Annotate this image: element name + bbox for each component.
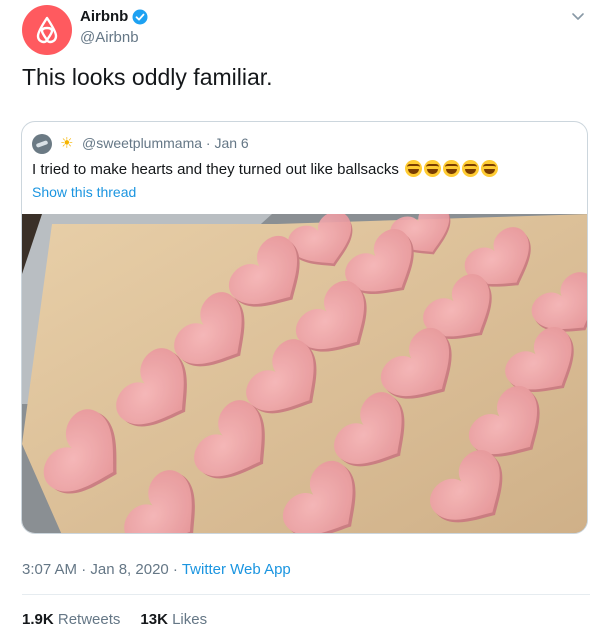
laughing-emoji-icon	[405, 160, 423, 177]
likes-stat[interactable]: 13K Likes	[140, 611, 207, 628]
source-app-link[interactable]: Twitter Web App	[182, 561, 291, 578]
quoted-tweet[interactable]: ☀ @sweetplummama · Jan 6 I tried to make…	[21, 121, 588, 534]
tweet-timestamp: 3:07 AM · Jan 8, 2020 · Twitter Web App	[22, 561, 291, 578]
time-date[interactable]: 3:07 AM · Jan 8, 2020 ·	[22, 561, 182, 578]
likes-label: Likes	[172, 611, 208, 628]
airbnb-avatar[interactable]	[22, 5, 72, 55]
author-name[interactable]: Airbnb	[80, 8, 128, 25]
chevron-down-icon[interactable]	[570, 8, 586, 24]
airbnb-logo-icon	[36, 16, 58, 44]
divider	[22, 594, 590, 595]
tweet-text: This looks oddly familiar.	[22, 64, 273, 90]
laughing-emoji-icon	[424, 160, 442, 177]
show-thread-link[interactable]: Show this thread	[32, 184, 136, 200]
likes-count: 13K	[140, 611, 168, 628]
laughing-emoji-icon	[462, 160, 480, 177]
sun-emoji-icon: ☀	[60, 135, 74, 152]
quoted-text: I tried to make hearts and they turned o…	[32, 161, 399, 178]
quoted-handle-date: @sweetplummama · Jan 6	[82, 135, 249, 151]
laughing-emoji-icon	[443, 160, 461, 177]
retweets-count: 1.9K	[22, 611, 54, 628]
author-handle[interactable]: @Airbnb	[80, 29, 139, 46]
quoted-photo[interactable]	[22, 214, 588, 534]
quoted-text-line: I tried to make hearts and they turned o…	[32, 160, 499, 178]
engagement-stats: 1.9K Retweets 13K Likes	[22, 611, 207, 628]
quoted-avatar	[32, 134, 52, 154]
retweets-label: Retweets	[57, 611, 121, 628]
laughing-emoji-icon	[481, 160, 499, 177]
verified-badge-icon	[132, 9, 148, 24]
retweets-stat[interactable]: 1.9K Retweets	[22, 611, 120, 628]
author-name-row[interactable]: Airbnb	[80, 8, 148, 25]
